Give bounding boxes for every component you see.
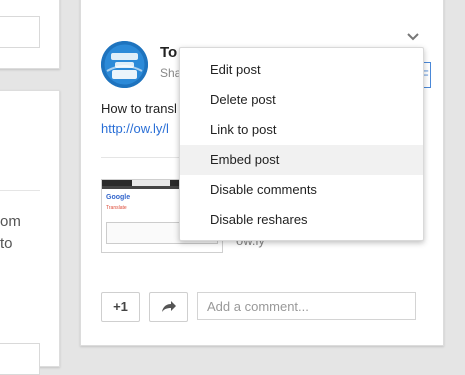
left-text-line-2: to <box>0 235 13 252</box>
menu-item-embed-post[interactable]: Embed post <box>180 145 423 175</box>
post-author[interactable]: To <box>160 44 177 61</box>
menu-item-disable-comments[interactable]: Disable comments <box>180 175 423 205</box>
left-divider <box>0 190 40 191</box>
menu-item-edit-post[interactable]: Edit post <box>180 55 423 85</box>
menu-item-link-to-post[interactable]: Link to post <box>180 115 423 145</box>
left-text-line-1: om <box>0 213 21 230</box>
avatar-logo-icon <box>101 41 148 88</box>
post-options-menu: Edit post Delete post Link to post Embed… <box>179 47 424 241</box>
left-top-input[interactable] <box>0 16 40 48</box>
menu-item-delete-post[interactable]: Delete post <box>180 85 423 115</box>
thumbnail-logo: Google <box>106 194 131 201</box>
post-link[interactable]: http://ow.ly/l <box>101 121 169 136</box>
comment-input[interactable]: Add a comment... <box>197 292 416 320</box>
share-arrow-icon <box>162 301 176 312</box>
share-button[interactable] <box>149 292 188 322</box>
post-text: How to transl <box>101 101 177 116</box>
left-bottom-input[interactable] <box>0 343 40 375</box>
menu-item-disable-reshares[interactable]: Disable reshares <box>180 205 423 235</box>
avatar[interactable] <box>101 41 148 88</box>
chevron-down-icon[interactable] <box>405 30 421 42</box>
thumbnail-title: Translate <box>106 205 127 211</box>
plus-one-button[interactable]: +1 <box>101 292 140 322</box>
